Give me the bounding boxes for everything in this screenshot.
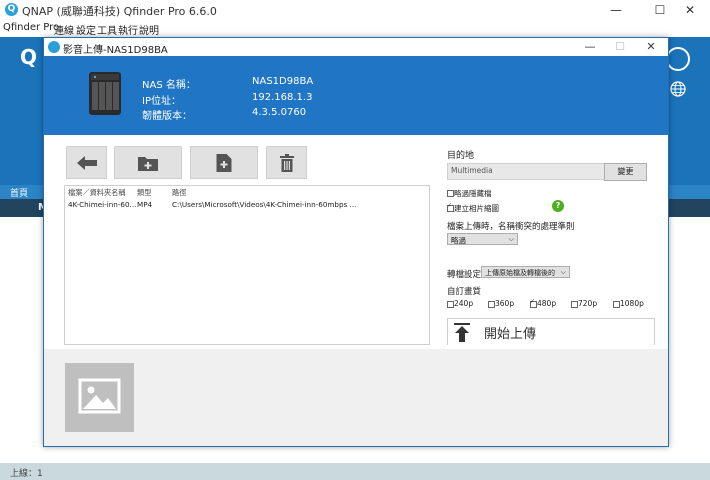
ip-address-label: IP位址： — [142, 96, 181, 107]
menu-connect[interactable]: 連線 — [54, 22, 74, 37]
quality-480p-label: 480p — [537, 299, 557, 308]
tab-home[interactable]: 首頁 — [10, 186, 28, 199]
delete-button[interactable] — [266, 146, 307, 179]
quality-720p-label: 720p — [578, 299, 598, 308]
start-upload-button[interactable]: 開始上傳 — [447, 318, 655, 345]
dialog-maximize-button: ☐ — [615, 40, 625, 53]
upload-icon — [454, 323, 470, 342]
create-thumbnail-checkbox[interactable] — [447, 202, 454, 212]
help-icon[interactable]: ? — [552, 200, 564, 212]
thumbnail-preview — [65, 363, 134, 432]
destination-field: Multimedia — [447, 163, 629, 180]
dialog-title: 影音上傳-NAS1D98BA — [63, 45, 168, 56]
quality-360p-label: 360p — [495, 299, 515, 308]
add-folder-button[interactable] — [114, 146, 182, 179]
quality-480p-checkbox[interactable] — [530, 298, 537, 308]
back-button[interactable] — [66, 146, 107, 179]
transcode-label: 轉檔設定 — [447, 270, 482, 280]
menu-qfinder-pro[interactable]: Qfinder Pro — [3, 22, 59, 33]
change-destination-button[interactable]: 變更 — [604, 163, 647, 181]
file-path-cell: C:\Users\Microsoft\Videos\4K-Chimei-inn-… — [172, 200, 357, 209]
main-menu-bar: Qfinder Pro 連線 設定 工具 執行 說明 — [0, 20, 710, 37]
transcode-select[interactable]: 上傳原始檔及轉檔後的 ⌵ — [481, 266, 570, 278]
column-name[interactable]: 檔案／資料夾名稱 — [68, 188, 126, 198]
skip-hidden-checkbox[interactable] — [447, 190, 454, 197]
globe-icon[interactable] — [670, 81, 686, 97]
add-file-icon — [216, 153, 232, 172]
main-window-title: QNAP (威聯通科技) Qfinder Pro 6.6.0 — [22, 5, 217, 18]
add-file-button[interactable] — [190, 146, 258, 179]
nas-device-icon — [89, 72, 121, 115]
media-upload-dialog: 影音上傳-NAS1D98BA — ☐ ✕ NAS 名稱： NAS1D98BA I… — [43, 37, 669, 447]
file-type-cell: MP4 — [137, 200, 153, 209]
create-thumbnail-label: 建立相片縮圖 — [454, 204, 499, 213]
table-row[interactable]: 4K-Chimei-inn-60... MP4 C:\Users\Microso… — [65, 200, 429, 212]
trash-icon — [279, 153, 294, 172]
main-title-bar: Q QNAP (威聯通科技) Qfinder Pro 6.6.0 — ☐ ✕ — [0, 0, 710, 20]
file-list[interactable]: 檔案／資料夾名稱 類型 路徑 4K-Chimei-inn-60... MP4 C… — [64, 185, 430, 345]
column-path[interactable]: 路徑 — [172, 188, 186, 198]
qfinder-app-icon: Q — [5, 3, 18, 16]
back-arrow-icon — [76, 155, 97, 170]
custom-quality-label: 自訂畫質 — [447, 287, 482, 297]
conflict-rule-label: 檔案上傳時，名稱衝突的處理準則 — [447, 222, 575, 232]
menu-help[interactable]: 說明 — [139, 22, 159, 37]
quality-720p-checkbox[interactable] — [571, 301, 578, 308]
dialog-close-button[interactable]: ✕ — [636, 38, 666, 56]
chevron-down-icon: ⌵ — [560, 268, 566, 276]
menu-tools[interactable]: 工具 — [97, 22, 117, 37]
menu-run[interactable]: 執行 — [118, 22, 138, 37]
menu-settings[interactable]: 設定 — [76, 22, 96, 37]
image-placeholder-icon — [78, 378, 121, 414]
ip-address-value: 192.168.1.3 — [252, 92, 313, 103]
file-list-header: 檔案／資料夾名稱 類型 路徑 — [65, 188, 429, 200]
quality-240p-label: 240p — [454, 299, 474, 308]
file-name-cell: 4K-Chimei-inn-60... — [68, 200, 137, 209]
main-minimize-button[interactable]: — — [596, 0, 636, 20]
upload-body: 檔案／資料夾名稱 類型 路徑 4K-Chimei-inn-60... MP4 C… — [44, 135, 668, 349]
qnap-logo: Q — [20, 45, 38, 69]
firmware-value: 4.3.5.0760 — [252, 107, 307, 118]
preview-area — [44, 349, 668, 446]
column-type[interactable]: 類型 — [137, 188, 151, 198]
quality-240p-checkbox[interactable] — [447, 301, 454, 308]
quality-360p-checkbox[interactable] — [488, 301, 495, 308]
chevron-down-icon: ⌵ — [508, 235, 514, 243]
start-upload-label: 開始上傳 — [484, 327, 537, 342]
qfinder-dialog-icon — [48, 41, 60, 53]
nas-name-value: NAS1D98BA — [252, 76, 314, 87]
main-status-bar: 上線：1 — [0, 463, 710, 480]
conflict-rule-value: 略過 — [451, 236, 466, 245]
transcode-value: 上傳原始檔及轉檔後的 — [485, 269, 555, 277]
dialog-minimize-button[interactable]: — — [575, 38, 605, 56]
quality-1080p-label: 1080p — [620, 299, 644, 308]
nas-info-header: NAS 名稱： NAS1D98BA IP位址： 192.168.1.3 韌體版本… — [44, 56, 668, 135]
dialog-title-bar: 影音上傳-NAS1D98BA — ☐ ✕ — [44, 38, 668, 56]
firmware-label: 韌體版本： — [142, 111, 192, 122]
online-count: 上線：1 — [10, 469, 43, 479]
destination-label: 目的地 — [447, 151, 475, 161]
nas-name-label: NAS 名稱： — [142, 80, 196, 91]
conflict-rule-select[interactable]: 略過 ⌵ — [447, 233, 518, 245]
quality-1080p-checkbox[interactable] — [613, 301, 620, 308]
add-folder-icon — [138, 156, 158, 171]
main-close-button[interactable]: ✕ — [670, 0, 710, 20]
skip-hidden-label: 略過隱藏檔 — [454, 189, 492, 198]
search-icon[interactable] — [666, 47, 690, 71]
